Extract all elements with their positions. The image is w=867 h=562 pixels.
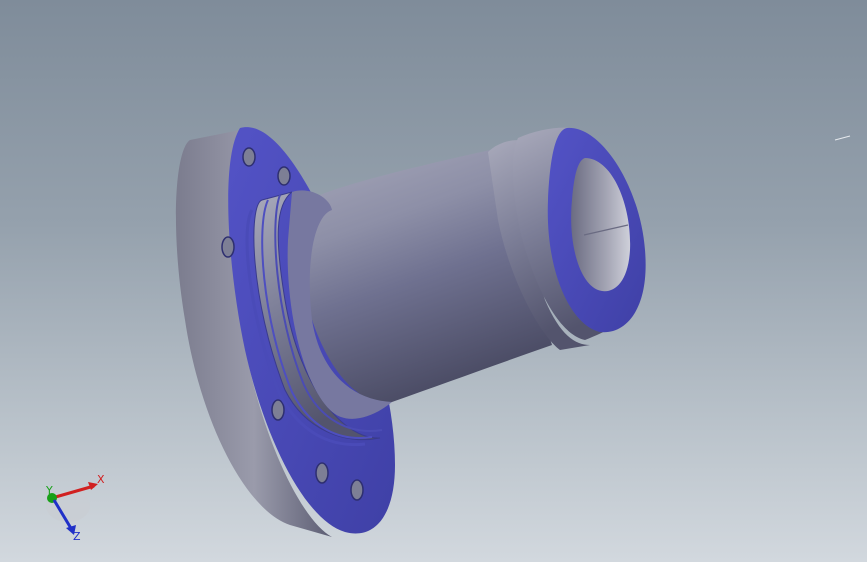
- bolt-hole: [277, 166, 291, 186]
- bolt-hole: [315, 462, 329, 484]
- orientation-triad[interactable]: X Y Z: [38, 468, 108, 544]
- x-axis-label: X: [97, 473, 105, 486]
- bolt-hole: [350, 479, 364, 501]
- graphics-viewport[interactable]: X Y Z: [0, 0, 867, 562]
- z-axis-label: Z: [73, 530, 81, 543]
- edge-artifact: [834, 135, 851, 141]
- y-axis-label: Y: [45, 484, 53, 497]
- 3d-part-model[interactable]: [0, 0, 867, 562]
- bolt-hole: [242, 147, 256, 167]
- bolt-hole: [271, 399, 285, 421]
- bolt-hole: [221, 236, 235, 258]
